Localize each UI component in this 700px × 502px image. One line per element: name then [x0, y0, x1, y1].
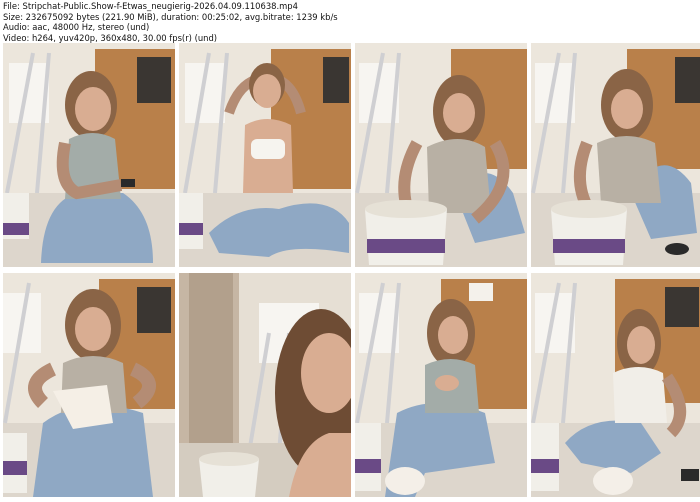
thumbnail-7 — [355, 273, 527, 497]
frame-image-sitting-phone-right — [531, 273, 700, 497]
frame-image-hands-in-hair — [179, 43, 351, 267]
thumbnail-3 — [355, 43, 527, 267]
video-line: Video: h264, yuv420p, 360x480, 30.00 fps… — [3, 32, 218, 43]
thumbnail-8 — [531, 273, 700, 497]
frame-image-sitting-phone — [3, 43, 175, 267]
file-info-header: File: Stripchat-Public.Show-f-Etwas_neug… — [3, 1, 697, 43]
frame-image-sitting-bucket-left — [355, 273, 527, 497]
thumbnail-5 — [3, 273, 175, 497]
thumbnail-grid — [3, 43, 700, 497]
size-line: Size: 232675092 bytes (221.90 MiB), dura… — [3, 11, 338, 22]
thumbnail-4 — [531, 43, 700, 267]
frame-image-bucket-right — [531, 43, 700, 267]
frame-image-bucket-center — [355, 43, 527, 267]
thumbnail-6 — [179, 273, 351, 497]
file-line: File: Stripchat-Public.Show-f-Etwas_neug… — [3, 1, 298, 11]
frame-image-hands-forward — [3, 273, 175, 497]
frame-image-close-up — [179, 273, 351, 497]
audio-line: Audio: aac, 48000 Hz, stereo (und) — [3, 22, 150, 33]
thumbnail-2 — [179, 43, 351, 267]
thumbnail-1 — [3, 43, 175, 267]
